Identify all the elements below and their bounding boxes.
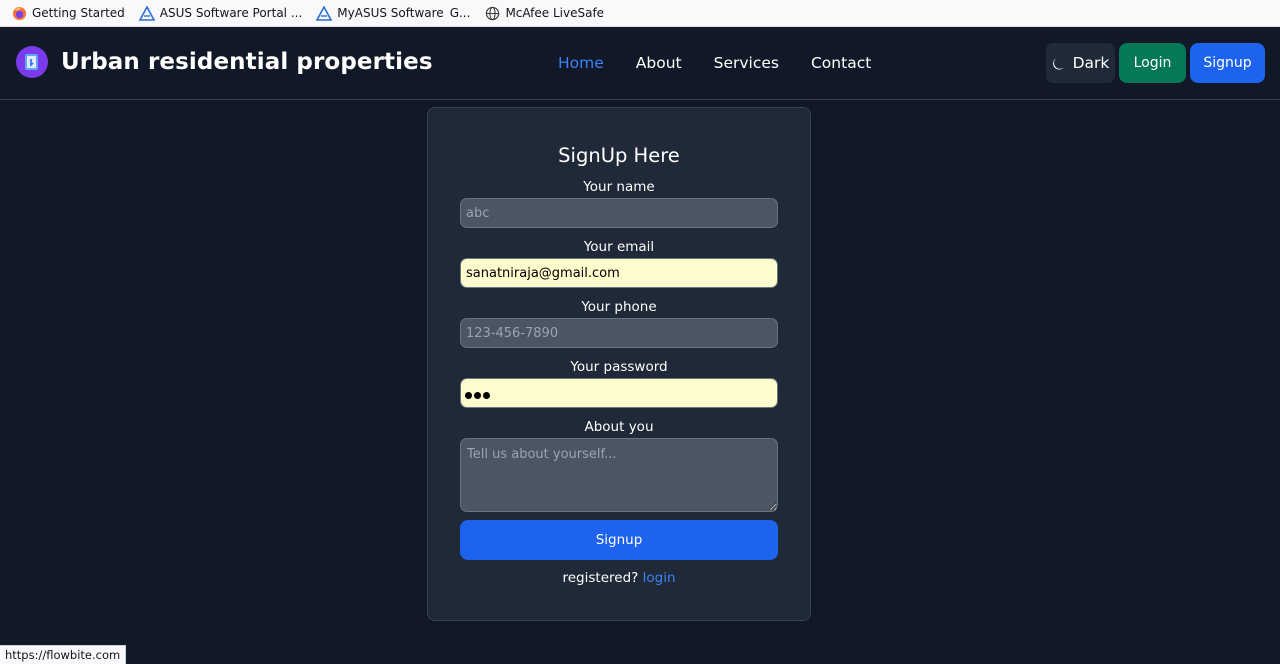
bookmark-getting-started[interactable]: Getting Started — [11, 5, 125, 21]
email-label: Your email — [583, 239, 655, 255]
bookmarks-bar: Getting Started ASUS Software Portal ...… — [0, 0, 1280, 27]
dark-mode-toggle[interactable]: Dark — [1046, 43, 1115, 83]
bookmark-label: MyASUS Software — [337, 6, 444, 20]
name-input[interactable] — [460, 198, 778, 228]
nav-link-about[interactable]: About — [636, 54, 682, 72]
phone-label: Your phone — [581, 299, 657, 315]
status-url: https://flowbite.com — [0, 645, 127, 664]
firefox-icon — [11, 5, 27, 21]
brand-name: Urban residential properties — [61, 49, 433, 75]
asus-icon — [138, 5, 155, 21]
dark-mode-label: Dark — [1072, 54, 1110, 72]
login-button[interactable]: Login — [1119, 43, 1186, 83]
bookmark-label: ASUS Software Portal ... — [159, 6, 303, 20]
asus-icon — [316, 5, 333, 21]
password-label: Your password — [570, 359, 668, 375]
navbar: Urban residential properties Home About … — [0, 27, 1280, 100]
bookmark-label: McAfee LiveSafe — [505, 6, 605, 20]
form-title: SignUp Here — [558, 144, 680, 167]
brand-link[interactable]: Urban residential properties — [16, 46, 433, 78]
nav-links: Home About Services Contact — [558, 54, 903, 72]
password-input[interactable] — [460, 378, 778, 408]
phone-input[interactable] — [460, 318, 778, 348]
bookmark-mcafee-livesafe[interactable]: McAfee LiveSafe — [484, 5, 604, 21]
name-label: Your name — [583, 179, 655, 195]
signup-card: SignUp Here Your name Your email Your ph… — [427, 107, 811, 621]
nav-link-contact[interactable]: Contact — [811, 54, 871, 72]
signup-submit-button[interactable]: Signup — [460, 520, 778, 560]
signup-button[interactable]: Signup — [1190, 43, 1265, 83]
bookmark-myasus-software[interactable]: MyASUS Software G... — [316, 5, 470, 21]
registered-text: registered? — [562, 570, 639, 586]
moon-icon — [1052, 57, 1064, 70]
about-label: About you — [584, 419, 654, 435]
bookmark-label-extra: G... — [449, 6, 471, 20]
login-link[interactable]: login — [643, 570, 676, 586]
bookmark-label: Getting Started — [32, 6, 125, 20]
nav-link-services[interactable]: Services — [714, 54, 779, 72]
email-input[interactable] — [460, 258, 778, 288]
nav-link-home[interactable]: Home — [558, 54, 604, 72]
globe-icon — [484, 5, 500, 21]
brand-logo-icon — [16, 46, 48, 78]
about-textarea[interactable] — [460, 438, 778, 512]
bookmark-asus-software-portal[interactable]: ASUS Software Portal ... — [138, 5, 303, 21]
registered-line: registered? login — [428, 570, 810, 586]
